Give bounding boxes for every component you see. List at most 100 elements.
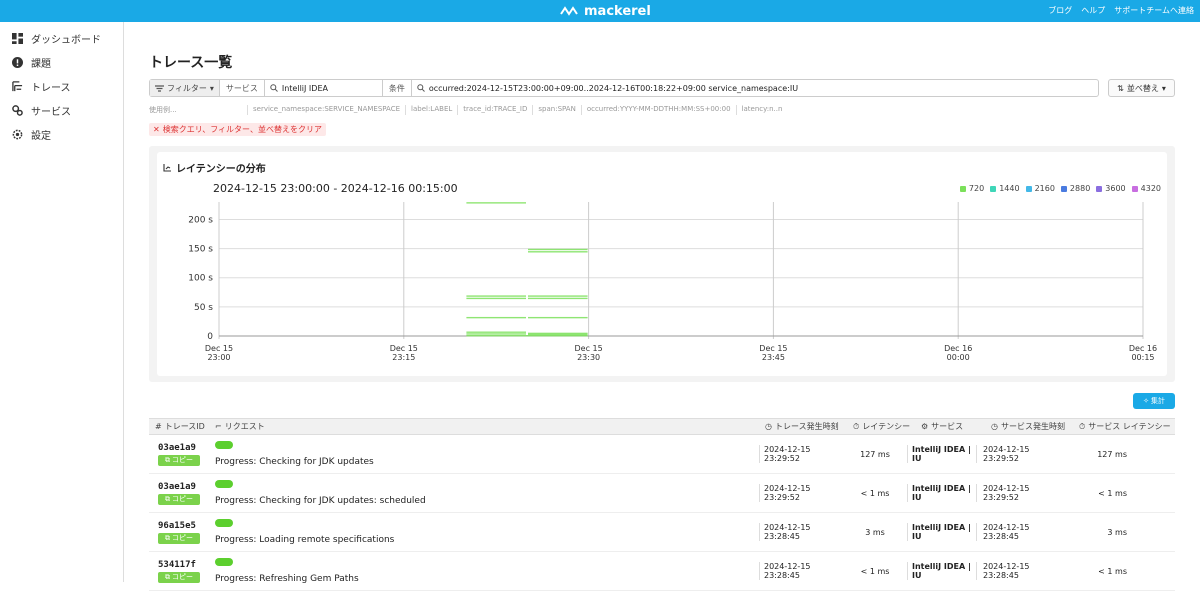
condition-input-value: occurred:2024-12-15T23:00:00+09:00..2024…	[428, 83, 799, 93]
trace-id[interactable]: 534117f	[158, 560, 209, 570]
header-label: サービス発生時刻	[1000, 422, 1065, 431]
latency: < 1 ms	[860, 488, 890, 498]
copy-icon: ⧉	[165, 533, 170, 542]
condition-input[interactable]: occurred:2024-12-15T23:00:00+09:00..2024…	[412, 80, 1098, 96]
blog-link[interactable]: ブログ	[1048, 5, 1072, 16]
sort-icon: ⇅	[1117, 83, 1124, 93]
timer-icon: ⏱	[853, 421, 860, 431]
sidebar-item-dashboard[interactable]: ダッシュボード	[0, 26, 123, 50]
y-tick-label: 200 s	[188, 215, 213, 225]
heatmap-cell	[466, 316, 526, 319]
clock-icon: ◷	[991, 422, 998, 431]
filter-dropdown[interactable]: フィルター ▾	[150, 80, 220, 96]
service-icon: ⚙	[921, 422, 929, 431]
service-latency: < 1 ms	[1098, 566, 1127, 576]
table-row[interactable]: 534117f ⧉ コピー Progress: Refreshing Gem Path…	[149, 552, 1175, 591]
copy-button[interactable]: ⧉ コピー	[158, 571, 200, 583]
request-cell[interactable]: Progress: Refreshing Gem Paths	[209, 558, 759, 584]
latency-heatmap: 050 s100 s150 s200 sDec 1523:00Dec 1523:…	[188, 202, 1157, 362]
header-service-time[interactable]: ◷ サービス発生時刻	[985, 421, 1073, 432]
main-content: トレース一覧 フィルター ▾ サービス IntelliJ IDEA 条件 occ…	[125, 22, 1200, 591]
heatmap-cell	[528, 251, 588, 253]
trace-id[interactable]: 03ae1a9	[158, 443, 209, 453]
header-service[interactable]: ⚙ サービス	[915, 421, 985, 432]
request-cell[interactable]: Progress: Loading remote specifications	[209, 519, 759, 545]
help-link[interactable]: ヘルプ	[1081, 5, 1105, 16]
header-trace-id[interactable]: # トレースID	[149, 421, 209, 432]
service-name: IntelliJ IDEA | IU	[907, 562, 977, 580]
table-body: 03ae1a9 ⧉ コピー Progress: Checking for JDK up…	[149, 435, 1175, 591]
sidebar-item-issues[interactable]: 課題	[0, 50, 123, 74]
brand-logo[interactable]: mackerel	[560, 3, 651, 19]
header-service-latency[interactable]: ⏱ サービス レイテンシー	[1073, 421, 1173, 432]
clear-query-label: 検索クエリ、フィルター、並べ替えをクリア	[162, 125, 322, 134]
request-cell[interactable]: Progress: Checking for JDK updates: sche…	[209, 480, 759, 506]
sidebar-item-label: 課題	[31, 58, 51, 70]
heatmap-cell	[466, 202, 526, 204]
header-trace-time[interactable]: ◷ トレース発生時刻	[759, 421, 847, 432]
sidebar: ダッシュボード 課題 トレース サービス 設定	[0, 22, 124, 582]
example-item[interactable]: latency:n..n	[735, 105, 788, 115]
example-item[interactable]: label:LABEL	[405, 105, 457, 115]
copy-button[interactable]: ⧉ コピー	[158, 493, 200, 505]
search-bar: フィルター ▾ サービス IntelliJ IDEA 条件 occurred:2…	[149, 79, 1099, 97]
service-latency: < 1 ms	[1098, 488, 1127, 498]
filter-label: フィルター	[167, 83, 207, 93]
query-examples: 使用例... service_namespace:SERVICE_NAMESPA…	[149, 105, 787, 115]
header-request[interactable]: ⌐ リクエスト	[209, 421, 759, 432]
clear-query-button[interactable]: ✕ 検索クエリ、フィルター、並べ替えをクリア	[149, 123, 326, 136]
copy-button[interactable]: ⧉ コピー	[158, 532, 200, 544]
sidebar-item-services[interactable]: サービス	[0, 98, 123, 122]
dashboard-icon	[12, 32, 23, 44]
table-row[interactable]: 03ae1a9 ⧉ コピー Progress: Checking for JDK up…	[149, 474, 1175, 513]
alert-icon	[12, 56, 23, 68]
service-input-value: IntelliJ IDEA	[281, 83, 328, 93]
x-tick-label: Dec 15	[390, 344, 418, 353]
header-latency[interactable]: ⏱ レイテンシー	[847, 421, 915, 432]
example-item[interactable]: occurred:YYYY-MM-DDTHH:MM:SS+00:00	[580, 105, 736, 115]
example-heading: 使用例...	[149, 106, 177, 114]
request-name: Progress: Refreshing Gem Paths	[215, 574, 359, 584]
header-label: トレース発生時刻	[774, 422, 839, 431]
x-tick-label: 23:00	[207, 353, 230, 362]
example-item[interactable]: span:SPAN	[532, 105, 580, 115]
request-cell[interactable]: Progress: Checking for JDK updates	[209, 441, 759, 467]
sort-button[interactable]: ⇅ 並べ替え ▾	[1108, 79, 1175, 97]
x-tick-label: Dec 15	[574, 344, 602, 353]
latency: < 1 ms	[860, 566, 890, 576]
copy-icon: ⧉	[165, 455, 170, 464]
copy-label: コピー	[172, 456, 193, 464]
example-item[interactable]: service_namespace:SERVICE_NAMESPACE	[247, 105, 405, 115]
condition-label: 条件	[383, 80, 412, 96]
status-pill	[215, 441, 233, 449]
latency-distribution-panel: レイテンシーの分布 2024-12-15 23:00:00 - 2024-12-…	[149, 146, 1175, 382]
service-icon	[12, 104, 23, 116]
table-row[interactable]: 03ae1a9 ⧉ コピー Progress: Checking for JDK up…	[149, 435, 1175, 474]
aggregate-button[interactable]: ✧ 集計	[1133, 393, 1175, 409]
mackerel-logo-icon	[560, 6, 578, 16]
copy-button[interactable]: ⧉ コピー	[158, 454, 200, 466]
sidebar-item-traces[interactable]: トレース	[0, 74, 123, 98]
service-label: サービス	[220, 80, 265, 96]
heatmap-cell	[528, 295, 588, 297]
search-icon	[270, 84, 278, 92]
trace-id-cell: 03ae1a9 ⧉ コピー	[149, 482, 209, 505]
trace-id[interactable]: 96a15e5	[158, 521, 209, 531]
search-icon	[417, 84, 425, 92]
support-link[interactable]: サポートチームへ連絡	[1114, 5, 1194, 16]
trace-id[interactable]: 03ae1a9	[158, 482, 209, 492]
request-name: Progress: Checking for JDK updates	[215, 457, 374, 467]
x-tick-label: 23:15	[392, 353, 415, 362]
copy-label: コピー	[172, 573, 193, 581]
service-time: 2024-12-15 23:29:52	[983, 484, 1030, 502]
example-item[interactable]: trace_id:TRACE_ID	[457, 105, 532, 115]
heatmap-cell	[466, 331, 526, 333]
sidebar-item-settings[interactable]: 設定	[0, 122, 123, 146]
trace-time: 2024-12-15 23:29:52	[759, 445, 843, 463]
top-bar: mackerel ブログ ヘルプ サポートチームへ連絡	[0, 0, 1200, 22]
service-time: 2024-12-15 23:28:45	[983, 562, 1030, 580]
service-name: IntelliJ IDEA | IU	[907, 484, 977, 502]
table-row[interactable]: 96a15e5 ⧉ コピー Progress: Loading remote spec…	[149, 513, 1175, 552]
service-input[interactable]: IntelliJ IDEA	[265, 80, 383, 96]
x-tick-label: 00:00	[947, 353, 970, 362]
